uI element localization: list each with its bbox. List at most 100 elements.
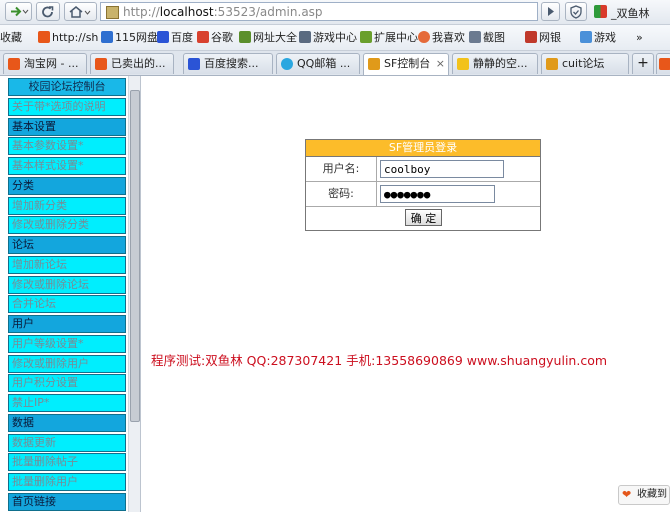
account-name: _双鱼林 <box>611 7 650 20</box>
tab-favicon <box>188 58 200 70</box>
sidebar-scrollbar[interactable] <box>128 76 140 512</box>
password-label: 密码: <box>306 182 377 206</box>
sidebar-section-heading: 首页链接 <box>8 492 126 511</box>
login-header: SF管理员登录 <box>306 140 540 157</box>
sidebar-link[interactable]: 基本参数设置* <box>8 137 126 156</box>
sidebar-link[interactable]: 合并论坛 <box>8 295 126 314</box>
bank-icon <box>525 31 537 43</box>
tab-favicon <box>95 58 107 70</box>
sidebar-link[interactable]: 批量删除用户 <box>8 473 126 491</box>
favorite-item[interactable]: 谷歌 <box>197 30 233 45</box>
play-icon <box>548 7 554 16</box>
tab-favicon <box>546 58 558 70</box>
home-icon <box>69 6 91 18</box>
forward-button[interactable] <box>5 2 32 21</box>
submit-row: 确 定 <box>306 207 540 229</box>
favorite-item[interactable]: 115网盘 <box>101 30 158 45</box>
google-icon <box>197 31 209 43</box>
game-icon <box>580 31 592 43</box>
address-url: http://localhost:53523/admin.asp <box>123 5 323 19</box>
tab-qqmail[interactable]: QQ邮箱 ... <box>276 53 360 74</box>
tab-taobao[interactable]: 淘宝网 - ... <box>3 53 87 74</box>
account-logo-icon <box>594 5 607 18</box>
shield-icon <box>570 5 582 19</box>
username-input[interactable] <box>380 160 504 178</box>
more-favorites-button[interactable]: » <box>636 30 643 45</box>
sidebar-link[interactable]: 批量删除帖子 <box>8 453 126 472</box>
browser-toolbar: http://localhost:53523/admin.asp _双鱼林 <box>0 0 670 25</box>
home-button[interactable] <box>64 2 97 21</box>
sidebar-link[interactable]: 修改或删除论坛 <box>8 275 126 294</box>
favorite-item[interactable]: 截图 <box>469 30 505 45</box>
password-input[interactable] <box>380 185 495 203</box>
scrollbar-thumb[interactable] <box>130 90 140 422</box>
refresh-button[interactable] <box>36 2 60 21</box>
admin-sidebar: 校园论坛控制台 关于带*选项的说明 基本设置 基本参数设置* 基本样式设置* 分类 增加新… <box>8 78 126 513</box>
sidebar-link[interactable]: 用户等级设置* <box>8 334 126 353</box>
favorites-menu[interactable]: 收藏 <box>0 30 22 45</box>
heart-icon <box>418 31 430 43</box>
tab-cuit[interactable]: cuit论坛 <box>541 53 629 74</box>
new-tab-button[interactable]: + <box>632 53 654 74</box>
frame-divider <box>140 76 141 512</box>
sidebar-link[interactable]: 增加新论坛 <box>8 255 126 274</box>
close-tab-icon[interactable]: × <box>436 54 445 73</box>
tab-sold[interactable]: 已卖出的... <box>90 53 174 74</box>
admin-login-form: SF管理员登录 用户名: 密码: 确 定 <box>305 139 541 231</box>
tab-sf-console[interactable]: SF控制台 × <box>363 53 449 75</box>
gamepad-icon <box>299 31 311 43</box>
sidebar-link[interactable]: 禁止IP* <box>8 394 126 412</box>
sidebar-link[interactable]: 数据更新 <box>8 433 126 452</box>
go-button[interactable] <box>541 2 560 21</box>
tab-strip: 淘宝网 - ... 已卖出的... 百度搜索... QQ邮箱 ... SF控制台… <box>0 51 670 76</box>
sidebar-link[interactable]: 修改或删除分类 <box>8 216 126 235</box>
tab-favicon <box>8 58 20 70</box>
favorite-item[interactable]: http://sh <box>38 30 98 45</box>
favorite-item[interactable]: 我喜欢 <box>418 30 465 45</box>
paw-icon <box>157 31 169 43</box>
favorite-item[interactable]: 扩展中心 <box>360 30 418 45</box>
sidebar-link[interactable]: 关于带*选项的说明 <box>8 97 126 116</box>
tab-favicon <box>281 58 293 70</box>
tab-favicon <box>659 58 670 70</box>
tab-baidu[interactable]: 百度搜索... <box>183 53 273 74</box>
scissors-icon <box>469 31 481 43</box>
page-icon <box>101 31 113 43</box>
username-label: 用户名: <box>306 157 377 181</box>
sidebar-title: 校园论坛控制台 <box>8 78 126 96</box>
submit-button[interactable]: 确 定 <box>405 209 442 226</box>
favorite-item[interactable]: 网银 <box>525 30 561 45</box>
sidebar-section-heading: 数据 <box>8 413 126 432</box>
favorites-bar: 收藏 http://sh 115网盘 百度 谷歌 网址大全 游戏中心 扩展中心 … <box>0 25 670 51</box>
puzzle-icon <box>360 31 372 43</box>
star-icon <box>457 58 469 70</box>
sidebar-link[interactable]: 基本样式设置* <box>8 157 126 175</box>
site-icon <box>106 6 119 19</box>
sidebar-section-heading: 基本设置 <box>8 117 126 136</box>
sidebar-section-heading: 论坛 <box>8 236 126 254</box>
heart-icon: ❤ <box>622 488 632 501</box>
tab-favicon <box>368 58 380 70</box>
favorite-item[interactable]: 游戏中心 <box>299 30 357 45</box>
tab-overflow[interactable] <box>656 53 670 74</box>
address-bar[interactable]: http://localhost:53523/admin.asp <box>100 2 538 21</box>
page-icon <box>239 31 251 43</box>
page-icon <box>38 31 50 43</box>
refresh-icon <box>42 6 54 18</box>
sidebar-link[interactable]: 用户积分设置 <box>8 374 126 393</box>
sidebar-link[interactable]: 修改或删除用户 <box>8 354 126 373</box>
credit-text: 程序测试:双鱼林 QQ:287307421 手机:13558690869 www… <box>151 353 608 368</box>
favorite-popup[interactable]: ❤ 收藏到 <box>618 485 670 505</box>
sidebar-link[interactable]: 增加新分类 <box>8 196 126 215</box>
password-row: 密码: <box>306 182 540 207</box>
favorite-item[interactable]: 游戏 <box>580 30 616 45</box>
favorite-item[interactable]: 百度 <box>157 30 193 45</box>
sidebar-section-heading: 分类 <box>8 176 126 195</box>
security-button[interactable] <box>565 2 587 21</box>
tab-jingjing[interactable]: 静静的空... <box>452 53 538 74</box>
sidebar-section-heading: 用户 <box>8 315 126 333</box>
username-row: 用户名: <box>306 157 540 182</box>
favorite-item[interactable]: 网址大全 <box>239 30 297 45</box>
account-menu[interactable]: _双鱼林 <box>592 3 670 21</box>
forward-arrow-icon <box>11 6 29 17</box>
